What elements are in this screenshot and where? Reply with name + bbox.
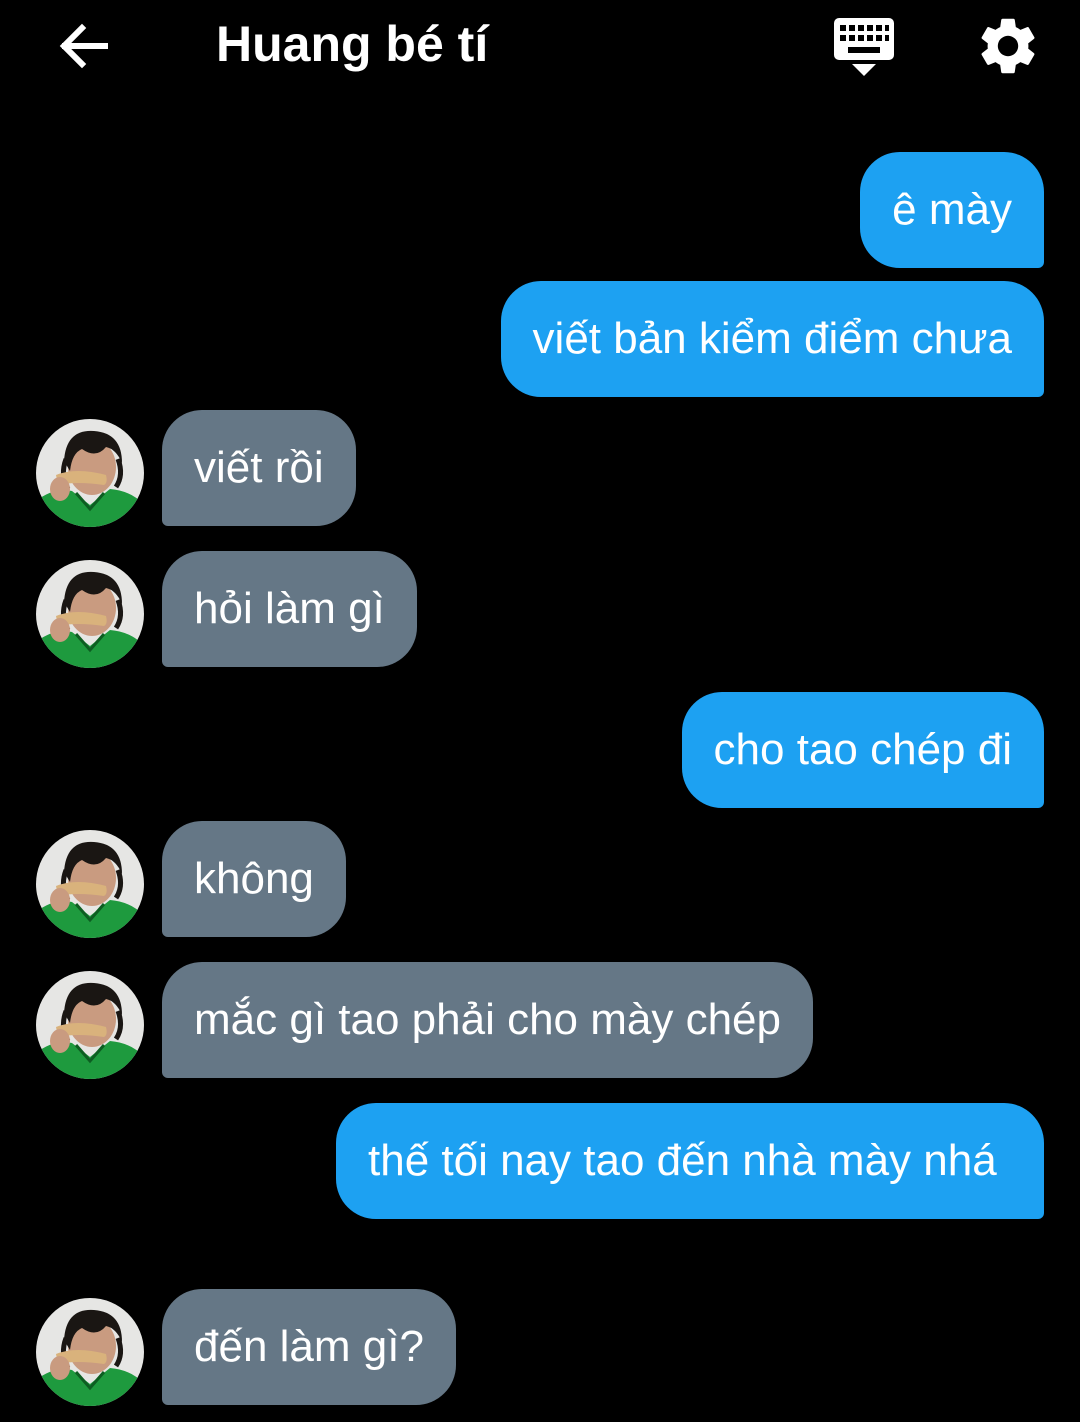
avatar[interactable] xyxy=(36,1298,144,1406)
avatar[interactable] xyxy=(36,971,144,1079)
incoming-message[interactable]: mắc gì tao phải cho mày chép xyxy=(162,962,813,1078)
incoming-message[interactable]: không xyxy=(162,821,346,937)
outgoing-message[interactable]: cho tao chép đi xyxy=(681,692,1044,808)
incoming-message[interactable]: đến làm gì? xyxy=(162,1289,456,1405)
message-list: ê mày viết bản kiểm điểm chưa viết rồi h… xyxy=(0,0,1080,1422)
incoming-message[interactable]: viết rồi xyxy=(162,410,356,526)
avatar-photo xyxy=(36,830,144,938)
avatar[interactable] xyxy=(36,830,144,938)
avatar-photo xyxy=(36,971,144,1079)
avatar[interactable] xyxy=(36,419,144,527)
avatar[interactable] xyxy=(36,560,144,668)
avatar-photo xyxy=(36,1298,144,1406)
incoming-message[interactable]: hỏi làm gì xyxy=(162,551,417,667)
outgoing-message[interactable]: thế tối nay tao đến nhà mày nhá xyxy=(336,1103,1044,1219)
outgoing-message[interactable]: viết bản kiểm điểm chưa xyxy=(500,281,1044,397)
avatar-photo xyxy=(36,560,144,668)
avatar-photo xyxy=(36,419,144,527)
outgoing-message[interactable]: ê mày xyxy=(860,152,1044,268)
